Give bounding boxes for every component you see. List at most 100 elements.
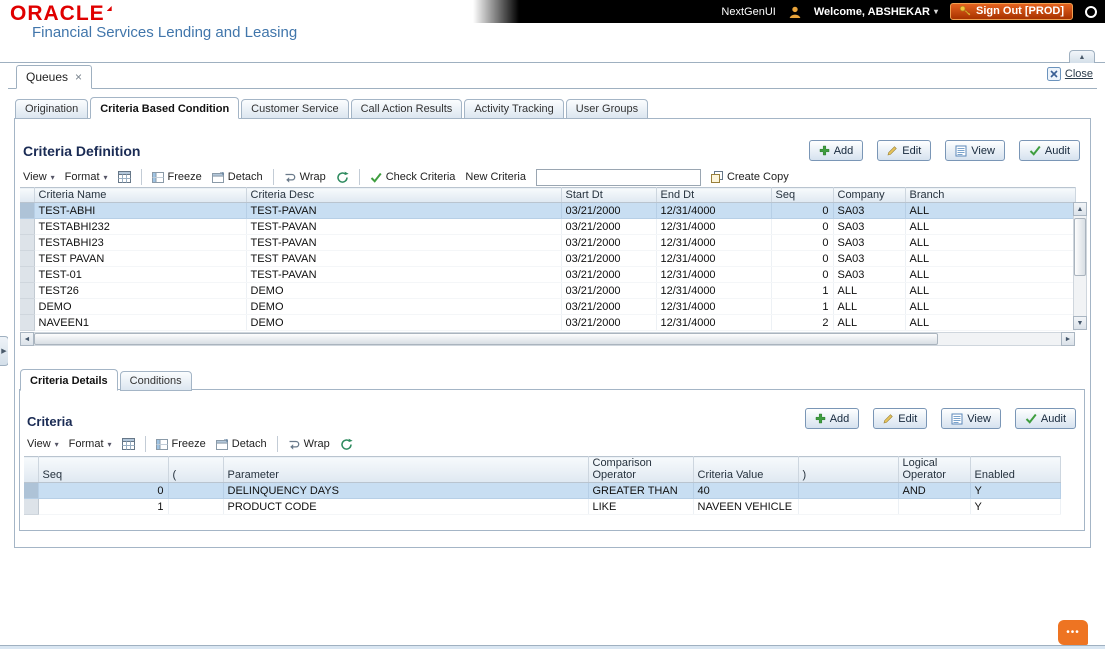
view-button[interactable]: View	[941, 408, 1001, 429]
table-row[interactable]: NAVEEN1 DEMO 03/21/2000 12/31/4000 2 ALL…	[20, 315, 1075, 331]
list-icon	[951, 413, 963, 425]
col-open-paren[interactable]: (	[168, 457, 223, 483]
col-seq[interactable]: Seq	[771, 188, 833, 203]
view-button[interactable]: View	[945, 140, 1005, 161]
cell-company: SA03	[833, 219, 905, 235]
scroll-left-button[interactable]: ◄	[20, 332, 34, 346]
view-menu[interactable]: View▾	[23, 171, 55, 183]
tab-criteria-details[interactable]: Criteria Details	[20, 369, 118, 391]
row-selector[interactable]	[20, 203, 34, 219]
format-menu[interactable]: Format▾	[69, 438, 112, 450]
row-selector[interactable]	[24, 499, 38, 515]
col-close-paren[interactable]: )	[798, 457, 898, 483]
tab-customer-service[interactable]: Customer Service	[241, 99, 348, 119]
audit-button[interactable]: Audit	[1015, 408, 1076, 429]
copy-icon	[711, 171, 723, 183]
chevron-down-icon: ▾	[55, 440, 59, 449]
criteria-definition-table: Criteria Name Criteria Desc Start Dt End…	[20, 187, 1076, 331]
workspace: Queues × Close Origination Criteria Base…	[8, 63, 1097, 643]
col-criteria-desc[interactable]: Criteria Desc	[246, 188, 561, 203]
row-selector[interactable]	[20, 219, 34, 235]
tab-call-action-results[interactable]: Call Action Results	[351, 99, 463, 119]
col-parameter[interactable]: Parameter	[223, 457, 588, 483]
nextgen-link[interactable]: NextGenUI	[721, 6, 775, 18]
export-spreadsheet-icon[interactable]	[118, 171, 131, 183]
freeze-button[interactable]: Freeze	[156, 438, 206, 450]
table-row[interactable]: TEST-01 TEST-PAVAN 03/21/2000 12/31/4000…	[20, 267, 1075, 283]
chat-bubble-button[interactable]: •••	[1058, 620, 1088, 645]
tab-conditions[interactable]: Conditions	[120, 371, 192, 391]
cell-company: SA03	[833, 251, 905, 267]
user-menu[interactable]: Welcome, ABSHEKAR ▾	[814, 6, 938, 18]
tab-user-groups[interactable]: User Groups	[566, 99, 648, 119]
table-row[interactable]: DEMO DEMO 03/21/2000 12/31/4000 1 ALL AL…	[20, 299, 1075, 315]
detach-button[interactable]: Detach	[216, 438, 267, 450]
sign-out-button[interactable]: Sign Out [PROD]	[950, 3, 1073, 20]
format-menu[interactable]: Format▾	[65, 171, 108, 183]
wrap-button[interactable]: Wrap	[284, 171, 326, 183]
tab-queues[interactable]: Queues ×	[16, 65, 92, 89]
tab-close-icon[interactable]: ×	[75, 72, 82, 82]
table-row[interactable]: TESTABHI232 TEST-PAVAN 03/21/2000 12/31/…	[20, 219, 1075, 235]
cell-seq: 1	[771, 299, 833, 315]
new-criteria-input[interactable]	[536, 169, 701, 186]
table-row[interactable]: TEST PAVAN TEST PAVAN 03/21/2000 12/31/4…	[20, 251, 1075, 267]
close-button[interactable]: Close	[1047, 67, 1093, 81]
export-spreadsheet-icon[interactable]	[122, 438, 135, 450]
col-start-dt[interactable]: Start Dt	[561, 188, 656, 203]
scrollbar-thumb[interactable]	[34, 333, 938, 345]
table-row[interactable]: TESTABHI23 TEST-PAVAN 03/21/2000 12/31/4…	[20, 235, 1075, 251]
cell-start-dt: 03/21/2000	[561, 299, 656, 315]
tab-criteria-based-condition[interactable]: Criteria Based Condition	[90, 97, 239, 119]
table-row[interactable]: 1 PRODUCT CODE LIKE NAVEEN VEHICLE Y	[24, 499, 1060, 515]
edit-button[interactable]: Edit	[873, 408, 927, 429]
collapse-up-button[interactable]: ▲	[1069, 50, 1095, 63]
create-copy-button[interactable]: Create Copy	[711, 171, 789, 183]
row-selector[interactable]	[20, 267, 34, 283]
check-icon	[370, 172, 382, 183]
detach-button[interactable]: Detach	[212, 171, 263, 183]
row-selector[interactable]	[20, 283, 34, 299]
row-selector[interactable]	[20, 299, 34, 315]
freeze-button[interactable]: Freeze	[152, 171, 202, 183]
tab-origination[interactable]: Origination	[15, 99, 88, 119]
col-end-dt[interactable]: End Dt	[656, 188, 771, 203]
col-comparison-operator[interactable]: Comparison Operator	[588, 457, 693, 483]
col-criteria-name[interactable]: Criteria Name	[34, 188, 246, 203]
cell-seq: 0	[771, 219, 833, 235]
check-criteria-button[interactable]: Check Criteria	[370, 171, 456, 183]
scroll-up-button[interactable]: ▲	[1073, 202, 1087, 216]
vertical-scrollbar[interactable]: ▲ ▼	[1073, 202, 1087, 330]
col-logical-operator[interactable]: Logical Operator	[898, 457, 970, 483]
add-button[interactable]: Add	[809, 140, 864, 161]
table-row[interactable]: TEST-ABHI TEST-PAVAN 03/21/2000 12/31/40…	[20, 203, 1075, 219]
row-selector[interactable]	[20, 315, 34, 331]
col-branch[interactable]: Branch	[905, 188, 1075, 203]
wrap-button[interactable]: Wrap	[288, 438, 330, 450]
audit-button[interactable]: Audit	[1019, 140, 1080, 161]
scrollbar-thumb[interactable]	[1074, 218, 1086, 276]
table-row[interactable]: TEST26 DEMO 03/21/2000 12/31/4000 1 ALL …	[20, 283, 1075, 299]
scroll-down-button[interactable]: ▼	[1073, 316, 1087, 330]
col-enabled[interactable]: Enabled	[970, 457, 1060, 483]
refresh-icon[interactable]	[340, 438, 353, 451]
col-company[interactable]: Company	[833, 188, 905, 203]
tab-activity-tracking[interactable]: Activity Tracking	[464, 99, 563, 119]
status-ring-icon[interactable]	[1085, 6, 1097, 18]
row-selector[interactable]	[20, 235, 34, 251]
add-button[interactable]: Add	[805, 408, 860, 429]
cell-end-dt: 12/31/4000	[656, 299, 771, 315]
row-selector[interactable]	[20, 251, 34, 267]
refresh-icon[interactable]	[336, 171, 349, 184]
cell-logical-operator: AND	[898, 483, 970, 499]
view-menu[interactable]: View▾	[27, 438, 59, 450]
horizontal-scrollbar[interactable]: ◄ ►	[20, 332, 1075, 346]
scroll-right-button[interactable]: ►	[1061, 332, 1075, 346]
row-selector[interactable]	[24, 483, 38, 499]
edit-button[interactable]: Edit	[877, 140, 931, 161]
avatar	[788, 5, 802, 19]
col-criteria-value[interactable]: Criteria Value	[693, 457, 798, 483]
table-row[interactable]: 0 DELINQUENCY DAYS GREATER THAN 40 AND Y	[24, 483, 1060, 499]
col-seq[interactable]: Seq	[38, 457, 168, 483]
freeze-icon	[152, 172, 164, 183]
